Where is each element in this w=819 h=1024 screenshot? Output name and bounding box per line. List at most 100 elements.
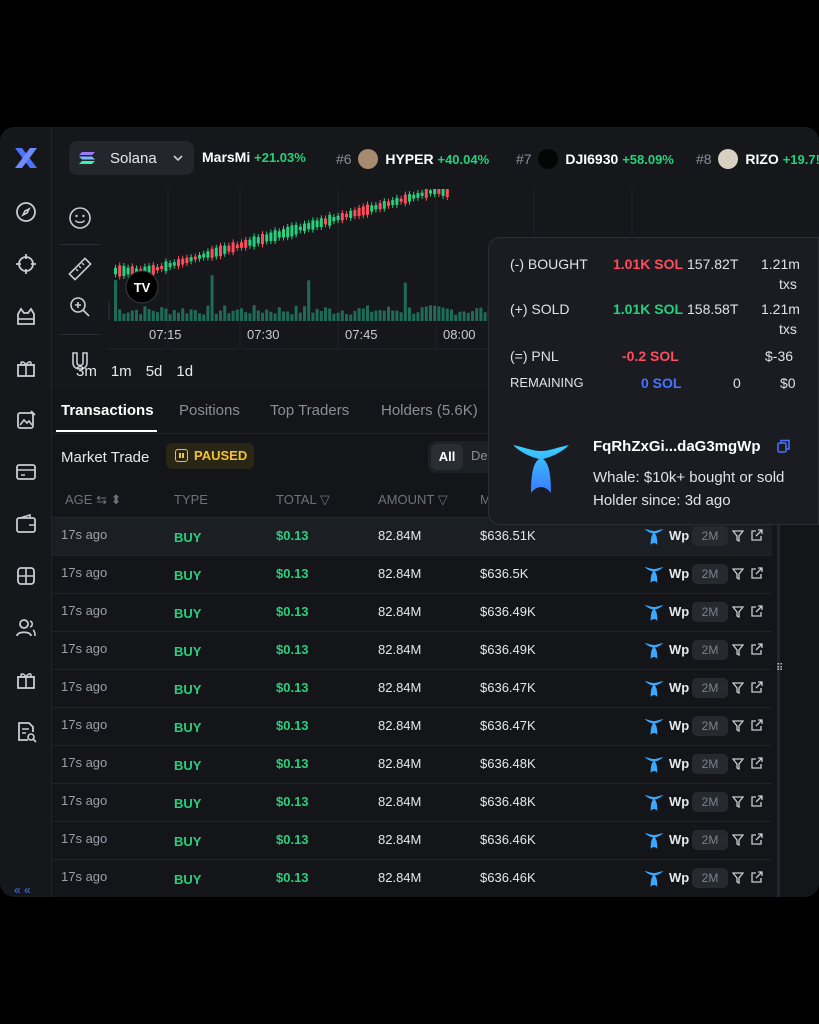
volume-bar (433, 305, 437, 321)
paused-badge[interactable]: PAUSED (166, 443, 254, 469)
tab-transactions[interactable]: Transactions (61, 402, 154, 419)
table-row[interactable]: 17s ago BUY $0.13 82.84M $636.47K Wp 2M (52, 708, 772, 746)
timeframe-3m[interactable]: 3m (76, 363, 97, 380)
external-link-icon[interactable] (750, 643, 763, 656)
ticker-item[interactable]: MarsMi +21.03% (202, 149, 306, 165)
whale-icon[interactable] (644, 603, 664, 623)
table-row[interactable]: 17s ago BUY $0.13 82.84M $636.46K Wp 2M (52, 860, 772, 897)
external-link-icon[interactable] (750, 681, 763, 694)
col-total[interactable]: TOTAL ▽ (276, 492, 330, 508)
whale-icon[interactable] (644, 679, 664, 699)
col-amount[interactable]: AMOUNT ▽ (378, 492, 448, 508)
filter-icon[interactable] (732, 796, 744, 808)
image-edit-icon[interactable] (14, 408, 38, 432)
candle (164, 261, 168, 272)
volume-bar (139, 314, 143, 321)
row-badge: 2M (692, 602, 728, 622)
wallet-icon[interactable] (14, 512, 38, 536)
wallet-address[interactable]: FqRhZxGi...daG3mgWp (593, 438, 761, 455)
card-icon[interactable] (14, 460, 38, 484)
filter-icon[interactable] (732, 530, 744, 542)
table-row[interactable]: 17s ago BUY $0.13 82.84M $636.48K Wp 2M (52, 784, 772, 822)
tab-top-traders[interactable]: Top Traders (270, 402, 349, 419)
col-type[interactable]: TYPE (174, 492, 208, 507)
filter-all-button[interactable]: All (431, 444, 463, 470)
tab-positions[interactable]: Positions (179, 402, 240, 419)
scrollbar[interactable] (777, 518, 780, 897)
crosshair-icon[interactable] (14, 252, 38, 276)
table-row[interactable]: 17s ago BUY $0.13 82.84M $636.5K Wp 2M (52, 556, 772, 594)
col-age[interactable]: AGE ⇆ ⬍ (65, 492, 121, 508)
table-row[interactable]: 17s ago BUY $0.13 82.84M $636.49K Wp 2M (52, 632, 772, 670)
row-maker[interactable]: Wp (669, 642, 689, 657)
row-maker[interactable]: Wp (669, 718, 689, 733)
whale-icon[interactable] (644, 565, 664, 585)
whale-icon[interactable] (644, 831, 664, 851)
external-link-icon[interactable] (750, 795, 763, 808)
logo-icon[interactable] (13, 145, 39, 171)
row-maker[interactable]: Wp (669, 870, 689, 885)
external-link-icon[interactable] (750, 529, 763, 542)
external-link-icon[interactable] (750, 719, 763, 732)
collapse-sidebar-button[interactable]: « « (14, 883, 31, 897)
whale-icon[interactable] (644, 755, 664, 775)
filter-other-button[interactable]: De (471, 448, 488, 463)
filter-icon[interactable] (732, 568, 744, 580)
row-maker[interactable]: Wp (669, 794, 689, 809)
external-link-icon[interactable] (750, 567, 763, 580)
whale-icon[interactable] (644, 717, 664, 737)
filter-icon[interactable] (732, 758, 744, 770)
whale-icon[interactable] (644, 869, 664, 889)
users-icon[interactable] (14, 616, 38, 640)
row-maker[interactable]: Wp (669, 680, 689, 695)
report-search-icon[interactable] (14, 720, 38, 744)
timeframe-1d[interactable]: 1d (176, 363, 193, 380)
cat-icon[interactable] (14, 304, 38, 328)
tab-holders[interactable]: Holders (5.6K) (381, 402, 478, 419)
grid-icon[interactable] (14, 564, 38, 588)
external-link-icon[interactable] (750, 605, 763, 618)
timeframe-1m[interactable]: 1m (111, 363, 132, 380)
copy-icon[interactable] (777, 439, 790, 453)
table-row[interactable]: 17s ago BUY $0.13 82.84M $636.48K Wp 2M (52, 746, 772, 784)
row-maker[interactable]: Wp (669, 566, 689, 581)
whale-icon[interactable] (644, 527, 664, 547)
external-link-icon[interactable] (750, 757, 763, 770)
filter-icon[interactable] (732, 682, 744, 694)
filter-icon[interactable] (732, 644, 744, 656)
row-maker[interactable]: Wp (669, 756, 689, 771)
x-tick-label: 08:00 (443, 327, 476, 342)
ruler-icon[interactable] (67, 256, 93, 282)
table-row[interactable]: 17s ago BUY $0.13 82.84M $636.46K Wp 2M (52, 822, 772, 860)
gift-icon[interactable] (14, 668, 38, 692)
row-total: $0.13 (276, 756, 309, 771)
table-row[interactable]: 17s ago BUY $0.13 82.84M $636.47K Wp 2M (52, 670, 772, 708)
row-maker[interactable]: Wp (669, 604, 689, 619)
filter-icon[interactable] (732, 720, 744, 732)
emoji-icon[interactable] (67, 205, 93, 231)
filter-icon[interactable] (732, 606, 744, 618)
gift-icon[interactable] (14, 356, 38, 380)
candle (269, 232, 273, 241)
external-link-icon[interactable] (750, 871, 763, 884)
row-maker[interactable]: Wp (669, 528, 689, 543)
filter-icon[interactable] (732, 872, 744, 884)
filter-icon[interactable] (732, 834, 744, 846)
candle (378, 202, 382, 210)
table-row[interactable]: 17s ago BUY $0.13 82.84M $636.49K Wp 2M (52, 594, 772, 632)
ticker-item[interactable]: #7 DJI6930 +58.09% (516, 149, 674, 169)
sold-sol: 1.01K SOL (613, 301, 684, 317)
whale-icon[interactable] (644, 641, 664, 661)
timeframe-5d[interactable]: 5d (146, 363, 163, 380)
drag-handle-icon[interactable]: ⠿ (776, 663, 788, 679)
row-type: BUY (174, 796, 202, 811)
row-maker[interactable]: Wp (669, 832, 689, 847)
whale-icon[interactable] (644, 793, 664, 813)
ticker-item[interactable]: #6 HYPER +40.04% (336, 149, 489, 169)
bought-txs: 1.21m (761, 256, 800, 272)
zoom-in-icon[interactable] (67, 294, 93, 320)
chain-selector[interactable]: Solana (69, 141, 194, 175)
compass-icon[interactable] (14, 200, 38, 224)
ticker-item[interactable]: #8 RIZO +19.7! (696, 149, 819, 169)
external-link-icon[interactable] (750, 833, 763, 846)
